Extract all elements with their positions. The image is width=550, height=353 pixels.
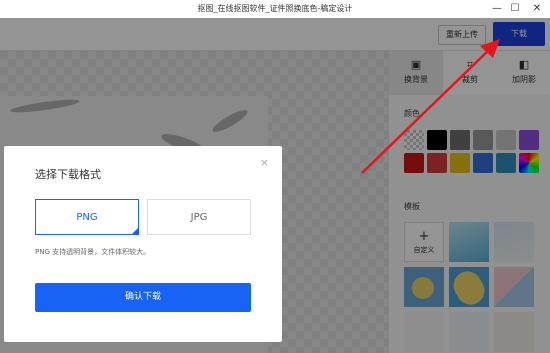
format-option-jpg[interactable]: JPG [147, 199, 251, 235]
maximize-button[interactable]: ☐ [504, 0, 526, 18]
format-option-png[interactable]: PNG [35, 199, 139, 235]
selected-corner-icon [132, 228, 138, 234]
close-dialog-icon[interactable]: × [260, 156, 269, 169]
format-label: PNG [76, 212, 98, 223]
dialog-title: 选择下载格式 [35, 168, 101, 181]
download-format-dialog: 选择下载格式 × PNG JPG PNG 支持透明背景，文件体积较大。 确认下载 [4, 146, 282, 342]
close-window-button[interactable]: ✕ [526, 0, 548, 18]
title-bar: 抠图_在线抠图软件_证件照换底色-稿定设计 — ☐ ✕ [0, 0, 550, 19]
window-title: 抠图_在线抠图软件_证件照换底色-稿定设计 [197, 4, 353, 13]
confirm-download-button[interactable]: 确认下载 [35, 283, 251, 312]
format-note: PNG 支持透明背景，文件体积较大。 [35, 248, 151, 256]
format-label: JPG [190, 212, 208, 223]
